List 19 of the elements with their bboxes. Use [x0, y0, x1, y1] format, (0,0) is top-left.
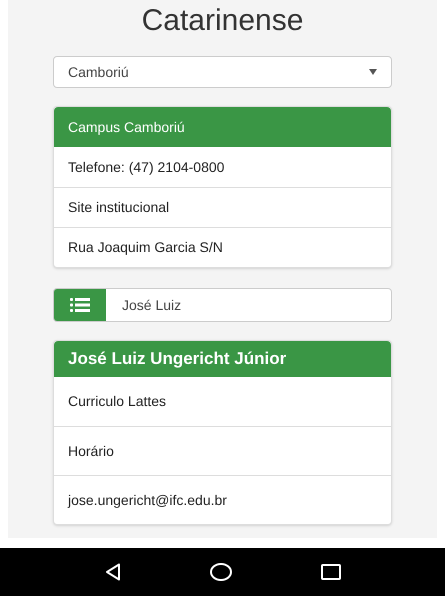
list-item[interactable]: Horário [54, 426, 391, 475]
card-header: José Luiz Ungericht Júnior [54, 341, 391, 377]
select-value: Camboriú [68, 62, 129, 82]
search-value: José Luiz [122, 296, 182, 314]
list-item[interactable]: Rua Joaquim Garcia S/N [54, 227, 391, 267]
list-item[interactable]: Telefone: (47) 2104-0800 [54, 147, 391, 187]
search-field[interactable]: José Luiz [53, 288, 392, 322]
list-icon [70, 298, 90, 312]
recents-icon[interactable] [320, 564, 340, 580]
campus-select[interactable]: Camboriú [53, 56, 392, 88]
page-heading: Catarinense [142, 3, 304, 39]
list-item[interactable]: Site institucional [54, 187, 391, 227]
list-item[interactable]: jose.ungericht@ifc.edu.br [54, 475, 391, 524]
home-icon[interactable] [210, 563, 232, 581]
list-button[interactable] [54, 289, 106, 321]
card-header: Campus Camboriú [54, 107, 391, 147]
back-icon[interactable] [104, 563, 120, 581]
list-item[interactable]: Curriculo Lattes [54, 377, 391, 426]
dropdown-caret-icon [369, 69, 377, 75]
